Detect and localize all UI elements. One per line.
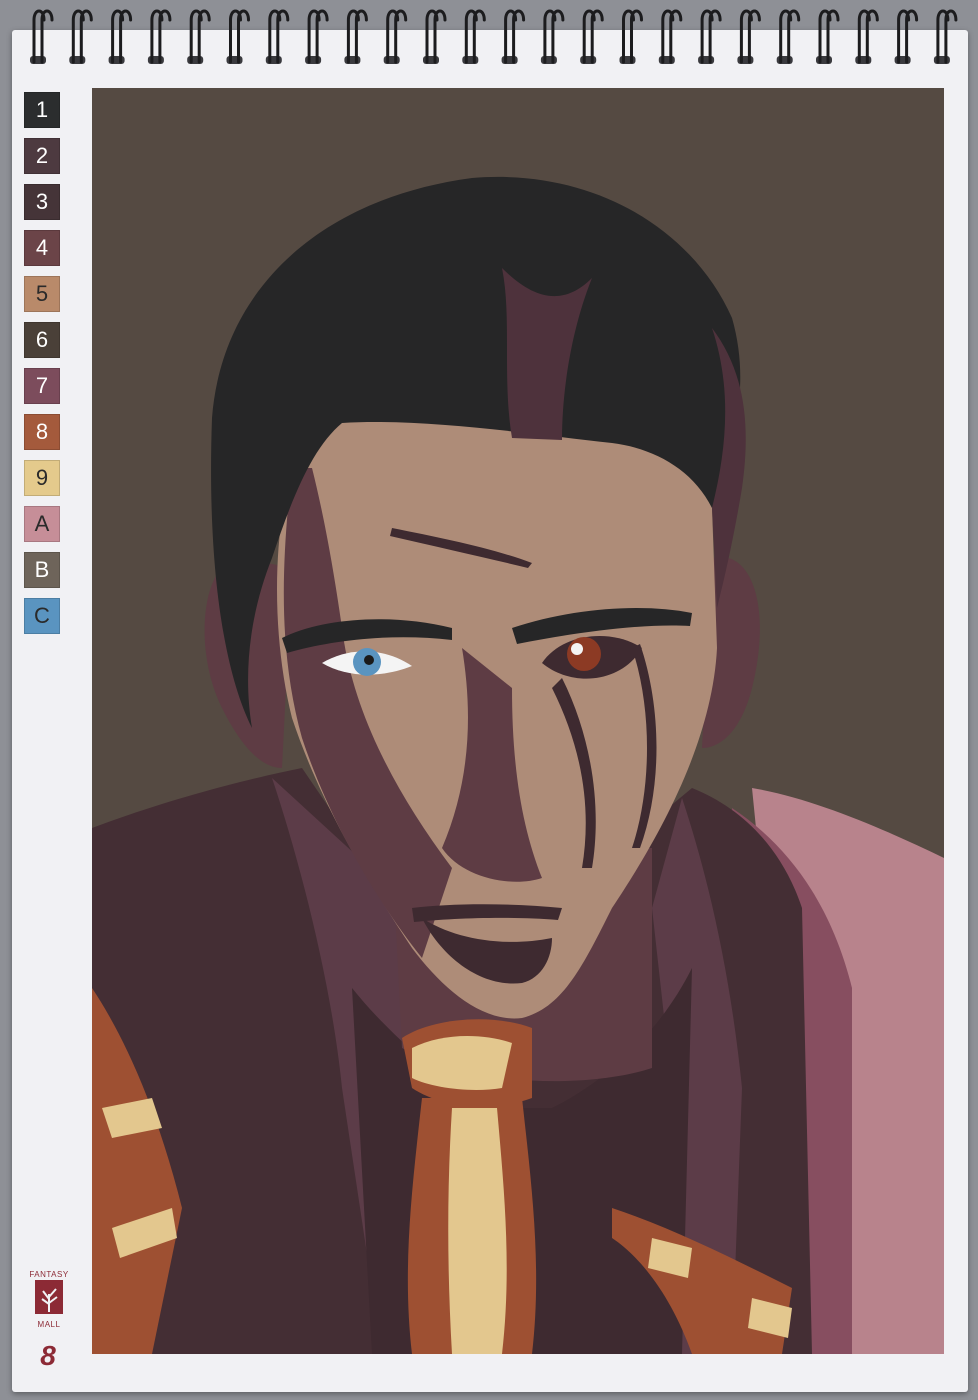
spiral-ring [69,9,93,64]
palette-swatch-label: 8 [35,419,49,444]
palette-swatch: 7 [24,368,60,404]
spiral-ring [540,9,565,64]
eye-right-highlight [571,643,583,655]
palette-swatch-label: 7 [35,373,49,398]
palette-swatch-label: C [34,603,50,628]
spiral-ring [894,9,919,64]
spiral-ring [462,9,486,64]
spiral-ring [933,9,958,64]
spiral-ring [737,9,761,64]
spiral-ring [187,9,211,64]
palette-swatch: 5 [24,276,60,312]
spiral-ring [658,9,683,64]
tree-logo-icon [35,1280,63,1314]
palette-swatch: 8 [24,414,60,450]
spiral-ring [776,9,801,64]
palette-swatch: A [24,506,60,542]
spiral-ring [226,9,250,64]
spiral-ring [147,9,172,64]
palette-swatch: 2 [24,138,60,174]
palette-swatch-label: 1 [35,97,49,122]
tie-stripe [448,1108,507,1354]
brand-line-2: MALL [37,1320,61,1329]
palette-swatch: B [24,552,60,588]
brand-logo: FANTASY MALL [24,1270,74,1329]
spiral-ring [580,9,604,64]
palette-swatch-label: 5 [35,281,49,306]
spiral-ring [344,9,368,64]
spiral-ring [619,9,643,64]
palette-swatch: C [24,598,60,634]
palette-swatch: 6 [24,322,60,358]
spiral-ring [383,9,408,64]
eye-right-iris [567,637,601,671]
spiral-binding [30,9,958,64]
palette-swatch: 1 [24,92,60,128]
spiral-ring [108,9,133,64]
palette-swatch-label: 9 [35,465,49,490]
palette-swatch: 3 [24,184,60,220]
color-palette: 1 2 3 4 5 6 7 8 9 ABC [24,92,62,644]
spiral-ring [423,9,447,64]
spiral-ring [501,9,526,64]
palette-swatch-label: 6 [35,327,49,352]
palette-swatch-label: 2 [35,143,49,168]
tie-knot-highlight [412,1036,512,1090]
palette-swatch-label: 4 [35,235,49,260]
spiral-ring [855,9,879,64]
palette-swatch: 4 [24,230,60,266]
brand-line-1: FANTASY [29,1270,69,1279]
portrait-artwork [92,88,944,1354]
spiral-ring [265,9,290,64]
spiral-ring [816,9,840,64]
spiral-ring [305,9,329,64]
palette-swatch-label: B [34,557,50,582]
palette-swatch-label: 3 [35,189,49,214]
palette-swatch-label: A [34,511,50,536]
eye-left-pupil [364,655,374,665]
page-number: 8 [40,1340,56,1371]
spiral-ring [30,9,54,64]
palette-swatch: 9 [24,460,60,496]
spiral-ring [698,9,722,64]
